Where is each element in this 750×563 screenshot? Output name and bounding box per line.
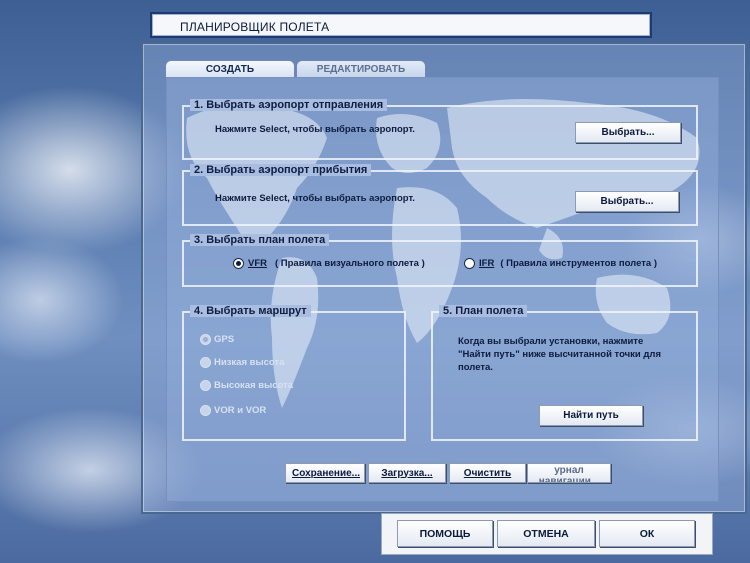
plan-line-1: Когда вы выбрали установки, нажмите (458, 336, 644, 347)
ok-button[interactable]: ОК (599, 520, 695, 547)
navlog-button[interactable]: урнал навигации... (527, 463, 611, 483)
ifr-code: IFR (479, 258, 495, 269)
vor-radio[interactable] (200, 405, 211, 416)
route-section: 4. Выбрать маршрут (182, 305, 406, 441)
flight-plan-type-title: 3. Выбрать план полета (190, 234, 330, 246)
ifr-radio[interactable] (464, 258, 475, 269)
help-button[interactable]: ПОМОЩЬ (397, 520, 493, 547)
clear-button[interactable]: Очистить (449, 463, 526, 483)
ifr-radio-option[interactable]: IFR ( Правила инструментов полета ) (464, 258, 657, 269)
select-departure-button[interactable]: Выбрать... (575, 122, 681, 143)
high-altitude-label: Высокая высота (214, 380, 294, 391)
arrival-hint: Нажмите Select, чтобы выбрать аэропорт. (215, 193, 415, 204)
save-button[interactable]: Сохранение... (285, 463, 365, 483)
select-arrival-button[interactable]: Выбрать... (575, 191, 679, 212)
find-route-button[interactable]: Найти путь (539, 405, 643, 426)
plan-title: 5. План полета (439, 305, 528, 317)
route-title: 4. Выбрать маршрут (190, 305, 311, 317)
vfr-code: VFR (248, 258, 267, 269)
vfr-radio-option[interactable]: VFR ( Правила визуального полета ) (233, 258, 425, 269)
title-bar: ПЛАНИРОВЩИК ПОЛЕТА (150, 12, 652, 38)
tab-edit[interactable]: РЕДАКТИРОВАТЬ (296, 60, 426, 78)
route-option-low[interactable]: Низкая высота (200, 357, 284, 368)
low-altitude-radio[interactable] (200, 357, 211, 368)
plan-line-3: полета. (458, 362, 493, 373)
vor-label: VOR и VOR (214, 405, 267, 416)
route-option-gps[interactable]: GPS (200, 334, 234, 345)
low-altitude-label: Низкая высота (214, 357, 285, 368)
window-title: ПЛАНИРОВЩИК ПОЛЕТА (180, 20, 330, 34)
vfr-radio[interactable] (233, 258, 244, 269)
plan-line-2: "Найти путь" ниже высчитанной точки для (458, 349, 661, 360)
tab-create[interactable]: СОЗДАТЬ (165, 60, 295, 78)
route-option-high[interactable]: Высокая высота (200, 380, 293, 391)
departure-hint: Нажмите Select, чтобы выбрать аэропорт. (215, 124, 415, 135)
cancel-button[interactable]: ОТМЕНА (497, 520, 595, 547)
gps-radio[interactable] (200, 334, 211, 345)
plan-instructions: Когда вы выбрали установки, нажмите "Най… (458, 335, 661, 374)
arrival-title: 2. Выбрать аэропорт прибытия (190, 164, 372, 176)
gps-label: GPS (214, 334, 235, 345)
vfr-desc: ( Правила визуального полета ) (275, 258, 425, 269)
high-altitude-radio[interactable] (200, 380, 211, 391)
route-option-vor[interactable]: VOR и VOR (200, 405, 266, 416)
load-button[interactable]: Загрузка... (368, 463, 446, 483)
departure-title: 1. Выбрать аэропорт отправления (190, 99, 388, 111)
ifr-desc: ( Правила инструментов полета ) (500, 258, 657, 269)
